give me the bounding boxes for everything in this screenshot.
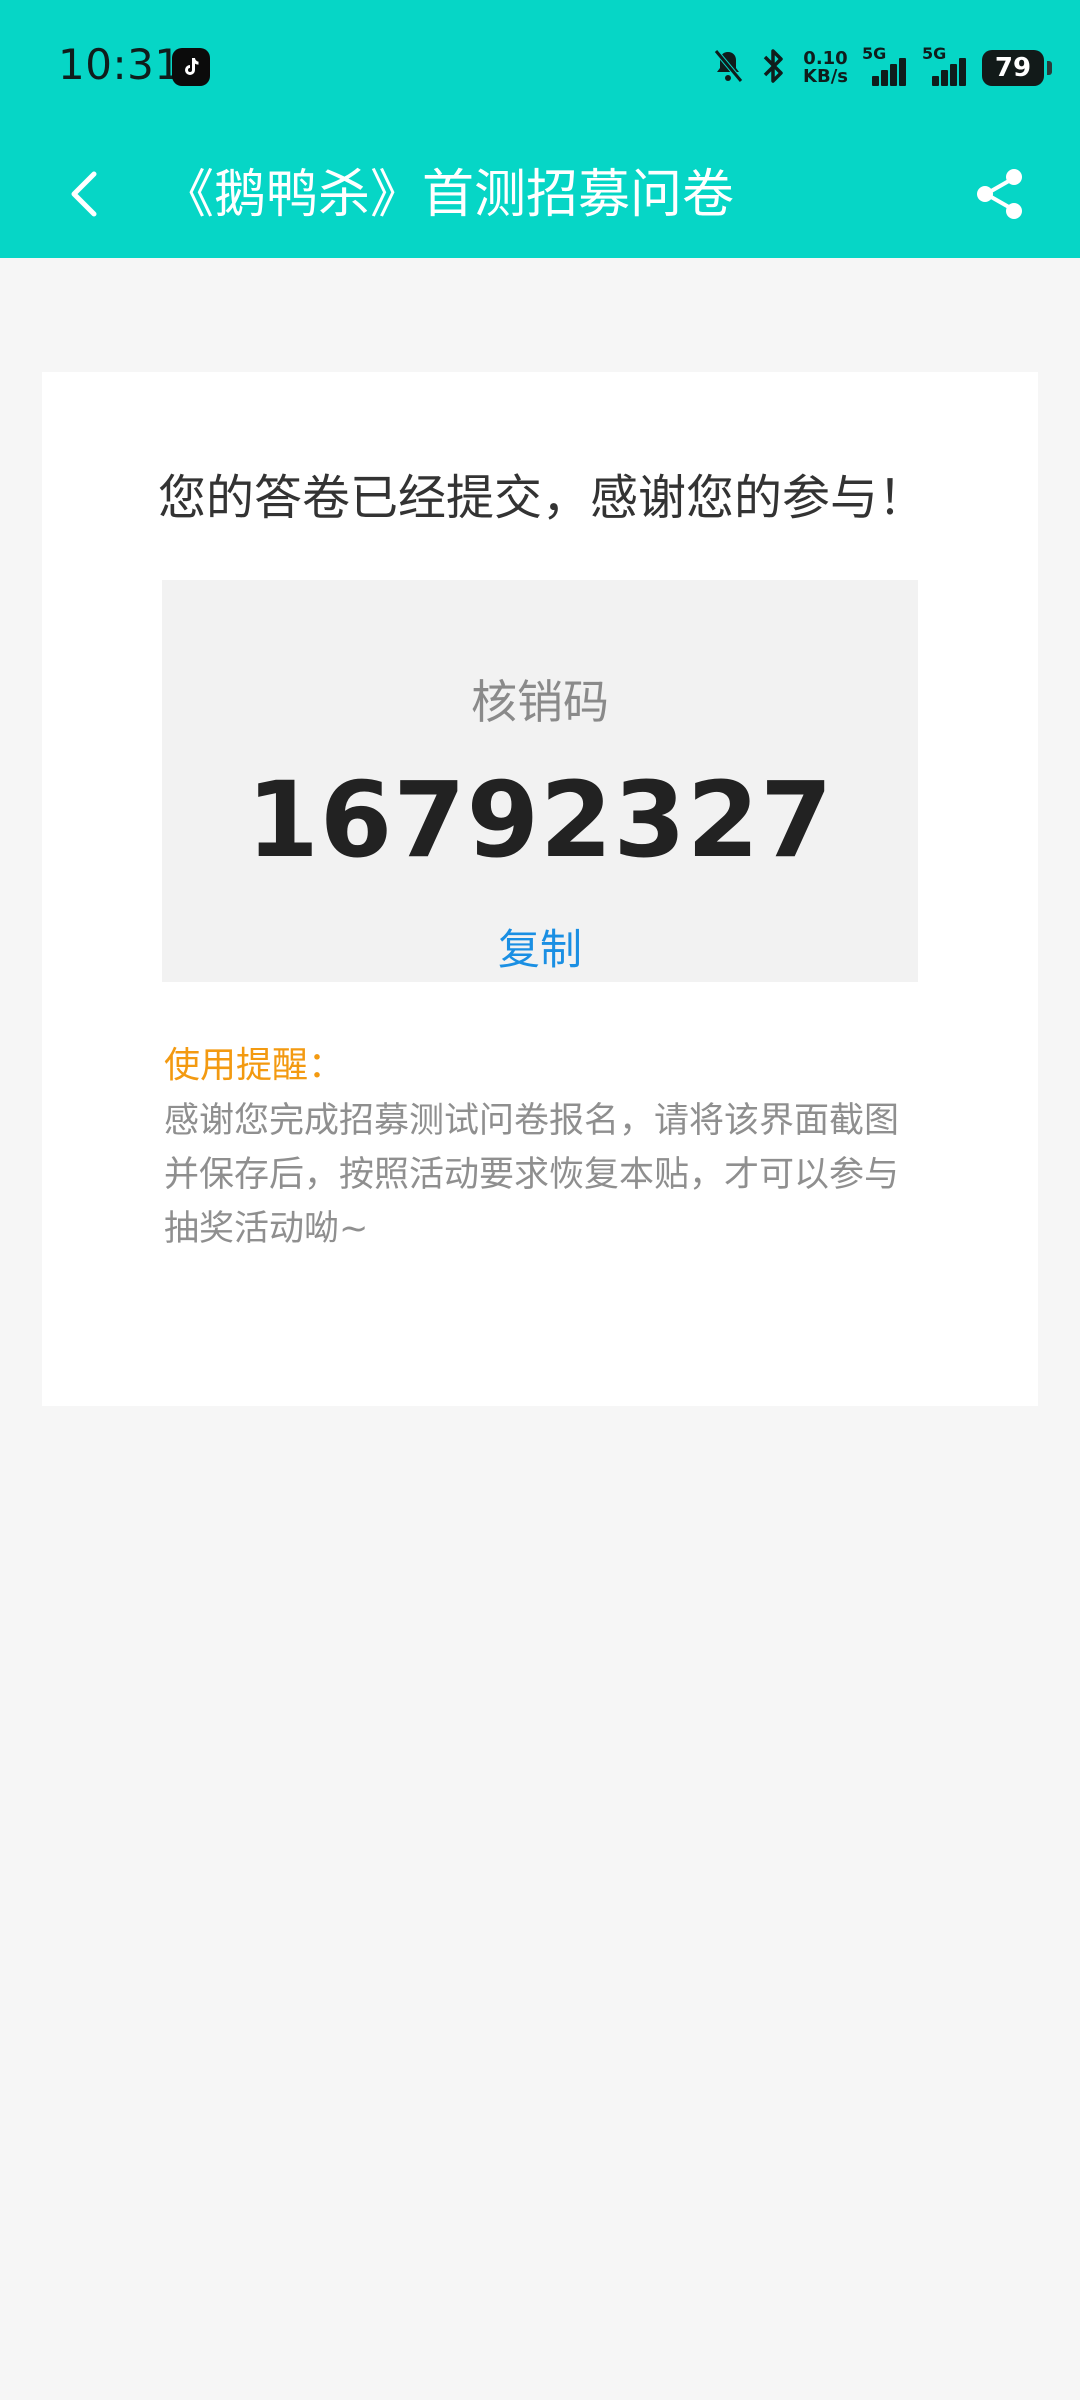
back-arrow-icon	[71, 171, 97, 217]
sim1-label: 5G	[862, 44, 887, 63]
share-button[interactable]	[960, 154, 1040, 234]
share-icon	[977, 169, 1022, 219]
code-value: 16792327	[246, 759, 834, 881]
title-bar: 《鹅鸭杀》首测招募问卷	[0, 132, 1080, 258]
tiktok-notification-icon	[172, 48, 210, 86]
reminder-text: 感谢您完成招募测试问卷报名，请将该界面截图并保存后，按照活动要求恢复本贴，才可以…	[164, 1101, 900, 1249]
status-time: 10:31	[58, 40, 182, 89]
battery-icon: 79	[982, 50, 1052, 86]
mute-bell-icon	[711, 48, 745, 88]
status-icons: 0.10 KB/s 5G 5G 79	[711, 44, 1052, 92]
network-speed: 0.10 KB/s	[803, 50, 848, 86]
sim2-signal-icon: 5G	[922, 44, 968, 88]
app-header: 10:31 0.10 KB/s 5G 5G 79 《鹅鸭杀》首测招募问卷	[0, 0, 1080, 258]
copy-button[interactable]: 复制	[162, 916, 918, 977]
result-card: 您的答卷已经提交，感谢您的参与！ 核销码 16792327 复制 使用提醒： 感…	[42, 372, 1038, 1406]
reminder-title: 使用提醒：	[164, 1045, 345, 1086]
back-button[interactable]	[44, 154, 124, 234]
sim2-label: 5G	[922, 44, 947, 63]
code-label: 核销码	[471, 675, 609, 729]
verification-code-box: 核销码 16792327 复制	[162, 580, 918, 982]
status-bar: 10:31 0.10 KB/s 5G 5G 79	[0, 0, 1080, 132]
page-title: 《鹅鸭杀》首测招募问卷	[162, 165, 735, 225]
bluetooth-icon	[759, 47, 789, 89]
submission-headline: 您的答卷已经提交，感谢您的参与！	[158, 470, 927, 526]
network-speed-unit: KB/s	[803, 66, 848, 87]
battery-level: 79	[994, 53, 1032, 83]
sim1-signal-icon: 5G	[862, 44, 908, 88]
